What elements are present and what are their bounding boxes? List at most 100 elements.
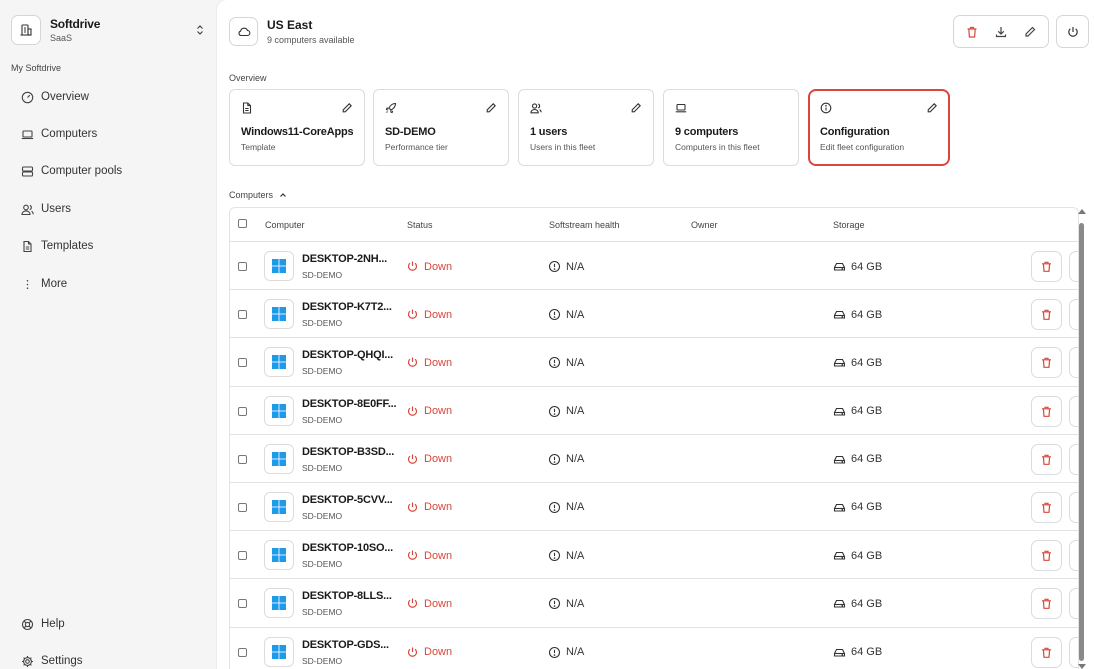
overview-card-configuration[interactable]: Configuration Edit fleet configuration	[808, 89, 950, 166]
table-row[interactable]: DESKTOP-GDS... SD-DEMO Down N/A 64 GB	[230, 628, 1078, 669]
sidebar-item-computer-pools[interactable]: Computer pools	[11, 158, 207, 184]
computer-tier: SD-DEMO	[302, 655, 343, 666]
delete-button[interactable]	[1031, 491, 1062, 523]
pencil-icon[interactable]	[1023, 25, 1037, 39]
health-text: N/A	[566, 453, 585, 466]
overview-card-performance-tier[interactable]: SD-DEMO Performance tier	[373, 89, 509, 166]
delete-button[interactable]	[1031, 443, 1062, 475]
pencil-icon[interactable]	[926, 102, 938, 114]
status-badge: Down	[406, 453, 452, 466]
download-icon[interactable]	[994, 25, 1008, 39]
delete-button[interactable]	[1031, 540, 1062, 572]
overview-card-template[interactable]: Windows11-CoreApps Template	[229, 89, 365, 166]
fleet-header: US East 9 computers available	[229, 17, 355, 46]
table-row[interactable]: DESKTOP-8LLS... SD-DEMO Down N/A 64 GB	[230, 579, 1078, 628]
row-checkbox[interactable]	[238, 599, 247, 609]
sidebar-item-overview[interactable]: Overview	[11, 84, 207, 110]
computer-name[interactable]: DESKTOP-8E0FF...	[302, 398, 397, 410]
row-checkbox[interactable]	[238, 358, 247, 368]
status-badge: Down	[406, 646, 452, 659]
sidebar-item-computers[interactable]: Computers	[11, 121, 207, 147]
delete-button[interactable]	[1031, 347, 1062, 379]
table-row[interactable]: DESKTOP-B3SD... SD-DEMO Down N/A 64 GB	[230, 435, 1078, 483]
scroll-thumb[interactable]	[1079, 223, 1084, 661]
scroll-down-icon[interactable]	[1078, 664, 1086, 669]
power-button[interactable]	[1056, 15, 1089, 48]
delete-button[interactable]	[1031, 636, 1062, 668]
windows-icon	[264, 347, 294, 378]
table-row[interactable]: DESKTOP-8E0FF... SD-DEMO Down N/A 64 GB	[230, 387, 1078, 435]
overview-card-computers[interactable]: 9 computers Computers in this fleet	[663, 89, 799, 166]
computer-name[interactable]: DESKTOP-QHQI...	[302, 349, 393, 361]
table-header: Computer Status Softstream health Owner …	[230, 208, 1078, 242]
status-badge: Down	[406, 260, 452, 273]
computer-name[interactable]: DESKTOP-10SO...	[302, 542, 393, 554]
sidebar-item-more[interactable]: More	[11, 271, 207, 297]
page-title: US East	[267, 18, 313, 32]
hard-drive-icon	[833, 549, 851, 562]
health-text: N/A	[566, 405, 585, 418]
windows-icon	[264, 491, 294, 522]
computer-name[interactable]: DESKTOP-GDS...	[302, 639, 389, 651]
computer-name[interactable]: DESKTOP-2NH...	[302, 253, 387, 265]
row-checkbox[interactable]	[238, 454, 247, 464]
org-switcher[interactable]: Softdrive SaaS	[11, 12, 207, 48]
computers-section-toggle[interactable]: Computers	[229, 190, 288, 200]
delete-button[interactable]	[1031, 395, 1062, 427]
alert-circle-icon	[548, 308, 566, 321]
table-row[interactable]: DESKTOP-5CVV... SD-DEMO Down N/A 64 GB	[230, 483, 1078, 532]
table-row[interactable]: DESKTOP-K7T2... SD-DEMO Down N/A 64 GB	[230, 290, 1078, 339]
row-checkbox[interactable]	[238, 551, 247, 561]
sidebar-item-users[interactable]: Users	[11, 196, 207, 222]
row-checkbox[interactable]	[238, 406, 247, 416]
computer-name[interactable]: DESKTOP-8LLS...	[302, 590, 392, 602]
sidebar-item-label: Users	[41, 203, 72, 215]
chevron-up-down-icon	[193, 23, 207, 37]
sidebar-item-settings[interactable]: Settings	[11, 648, 207, 669]
sidebar-item-templates[interactable]: Templates	[11, 233, 207, 259]
table-row[interactable]: DESKTOP-2NH... SD-DEMO Down N/A 64 GB	[230, 242, 1078, 291]
trash-icon[interactable]	[965, 25, 979, 39]
row-checkbox[interactable]	[238, 647, 247, 657]
table-row[interactable]: DESKTOP-QHQI... SD-DEMO Down N/A 64 GB	[230, 338, 1078, 387]
health-indicator: N/A	[548, 308, 584, 321]
table-row[interactable]: DESKTOP-10SO... SD-DEMO Down N/A 64 GB	[230, 531, 1078, 580]
computer-name[interactable]: DESKTOP-K7T2...	[302, 301, 392, 313]
pencil-icon[interactable]	[485, 102, 497, 114]
overview-card-users[interactable]: 1 users Users in this fleet	[518, 89, 654, 166]
computer-name[interactable]: DESKTOP-5CVV...	[302, 494, 393, 506]
status-badge: Down	[406, 597, 452, 610]
health-text: N/A	[566, 308, 585, 321]
row-checkbox[interactable]	[238, 502, 247, 512]
org-plan: SaaS	[50, 33, 73, 43]
table-scrollbar[interactable]	[1077, 207, 1087, 669]
sidebar-item-help[interactable]: Help	[11, 611, 207, 637]
main-panel: US East 9 computers available Overview W…	[217, 0, 1094, 669]
trash-icon	[1040, 308, 1053, 321]
row-checkbox[interactable]	[238, 310, 247, 320]
trash-icon	[1040, 597, 1053, 610]
pencil-icon[interactable]	[341, 102, 353, 114]
health-indicator: N/A	[548, 501, 584, 514]
windows-icon	[264, 636, 294, 667]
status-badge: Down	[406, 501, 452, 514]
delete-button[interactable]	[1031, 299, 1062, 331]
status-badge: Down	[406, 308, 452, 321]
windows-icon	[264, 299, 294, 330]
sidebar-item-label: Help	[41, 618, 65, 630]
storage-value: 64 GB	[833, 597, 882, 610]
storage-value: 64 GB	[833, 646, 882, 659]
delete-button[interactable]	[1031, 251, 1062, 282]
delete-button[interactable]	[1031, 588, 1062, 620]
hard-drive-icon	[833, 501, 851, 514]
power-icon	[406, 646, 424, 659]
computer-tier: SD-DEMO	[302, 366, 343, 377]
row-checkbox[interactable]	[238, 262, 247, 271]
pencil-icon[interactable]	[630, 102, 642, 114]
scroll-up-icon[interactable]	[1078, 209, 1086, 214]
alert-circle-icon	[548, 646, 566, 659]
computer-name[interactable]: DESKTOP-B3SD...	[302, 446, 394, 458]
alert-circle-icon	[548, 453, 566, 466]
windows-icon	[264, 588, 294, 619]
select-all-checkbox[interactable]	[238, 219, 247, 228]
